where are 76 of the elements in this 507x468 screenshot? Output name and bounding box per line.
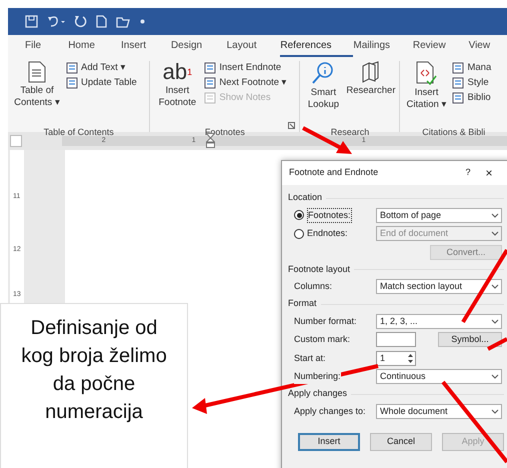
small-icon <box>204 92 216 104</box>
chevron-icon <box>491 212 499 218</box>
document-list-icon <box>28 61 46 83</box>
ribbon-button[interactable]: Style <box>452 77 492 89</box>
footnote-icon: ab$^{1}$ <box>162 61 192 83</box>
ribbon-tab[interactable]: Insert <box>121 38 171 57</box>
group-label: Table of Contents <box>44 127 114 137</box>
section-heading: Footnote layout <box>288 262 350 276</box>
dropdown[interactable]: Bottom of page <box>376 208 502 223</box>
ribbon-tab[interactable]: File <box>25 38 68 57</box>
search-icon <box>311 61 336 85</box>
section-heading: Location <box>288 191 322 204</box>
field-label: Numbering: <box>294 370 341 384</box>
ribbon-button[interactable]: Biblio <box>452 92 492 104</box>
ribbon-tab[interactable]: Mailings <box>353 38 413 57</box>
small-icon <box>66 62 78 74</box>
books-icon <box>360 61 381 83</box>
spin-field[interactable]: 1 <box>376 350 416 366</box>
small-icon <box>204 77 216 89</box>
group-label: Citations & Bibli <box>422 127 486 137</box>
ribbon-tab[interactable]: Review <box>412 38 469 57</box>
ribbon-button[interactable]: ab$^{1}$ Insert Footnote <box>154 61 200 119</box>
convert-button[interactable]: Convert... <box>430 244 502 260</box>
ribbon-button[interactable]: Update Table <box>66 77 137 89</box>
field-label: Apply changes to: <box>294 404 366 418</box>
ribbon-button[interactable]: Next Footnote ▾ <box>204 77 287 89</box>
ribbon-button[interactable]: Insert Endnote <box>204 62 287 74</box>
dialog-title: Footnote and Endnote <box>289 166 380 180</box>
dropdown[interactable]: Whole document <box>376 404 502 419</box>
small-icon <box>204 62 216 74</box>
input-field[interactable] <box>376 332 416 348</box>
small-icon <box>452 62 464 74</box>
chevron-icon <box>491 408 499 414</box>
ribbon-tab[interactable]: Design <box>170 38 227 57</box>
save-icon[interactable] <box>25 15 38 28</box>
customize-icon[interactable] <box>140 19 145 24</box>
section-heading: Format <box>288 297 317 310</box>
small-icon <box>452 77 464 89</box>
chevron-icon <box>491 231 499 236</box>
new-document-icon[interactable] <box>96 15 107 28</box>
dropdown[interactable]: 1, 2, 3, ... <box>376 314 502 329</box>
dropdown[interactable]: Continuous <box>376 369 502 384</box>
spinner-icon <box>406 352 415 365</box>
dialog-launcher-icon[interactable] <box>288 122 296 129</box>
undo-icon[interactable] <box>47 15 65 28</box>
ribbon-tab[interactable]: View <box>468 38 507 57</box>
close-button[interactable]: × <box>478 164 500 182</box>
annotation-line <box>487 337 507 351</box>
ribbon-button[interactable]: Table of Contents ▾ <box>12 61 62 119</box>
section-heading: Apply changes <box>288 387 348 400</box>
chevron-icon <box>491 374 499 380</box>
citation-icon <box>415 61 438 85</box>
help-button[interactable]: ? <box>458 166 478 180</box>
ribbon-tab[interactable]: Home <box>68 38 122 57</box>
field-label: Start at: <box>294 352 327 364</box>
dialog-button[interactable]: Insert <box>298 432 360 450</box>
ribbon-button[interactable]: Researcher <box>346 61 396 119</box>
ribbon-button[interactable]: Insert Citation ▾ <box>404 61 448 119</box>
ribbon-button[interactable]: Mana <box>452 62 492 74</box>
chevron-icon <box>491 318 499 324</box>
small-icon <box>66 77 78 89</box>
field-label: Custom mark: <box>294 333 352 346</box>
group-label: Footnotes <box>204 127 245 137</box>
redo-icon[interactable] <box>74 15 87 28</box>
group-label: Research <box>330 127 370 137</box>
symbol-button[interactable]: Symbol... <box>438 332 502 348</box>
callout-text: Definisanje od kog broja želimo da počne numeracija <box>20 316 168 425</box>
dialog-button[interactable]: Cancel <box>370 432 432 450</box>
chevron-icon <box>491 284 499 290</box>
ribbon-tab[interactable]: Layout <box>226 38 280 57</box>
folder-icon[interactable] <box>116 16 131 28</box>
small-icon <box>452 92 464 104</box>
ribbon-button[interactable]: Add Text ▾ <box>66 62 137 74</box>
dropdown[interactable]: Match section layout <box>376 279 502 294</box>
ribbon-button[interactable]: Smart Lookup <box>304 61 342 119</box>
ribbon-tab[interactable]: References <box>280 38 354 57</box>
